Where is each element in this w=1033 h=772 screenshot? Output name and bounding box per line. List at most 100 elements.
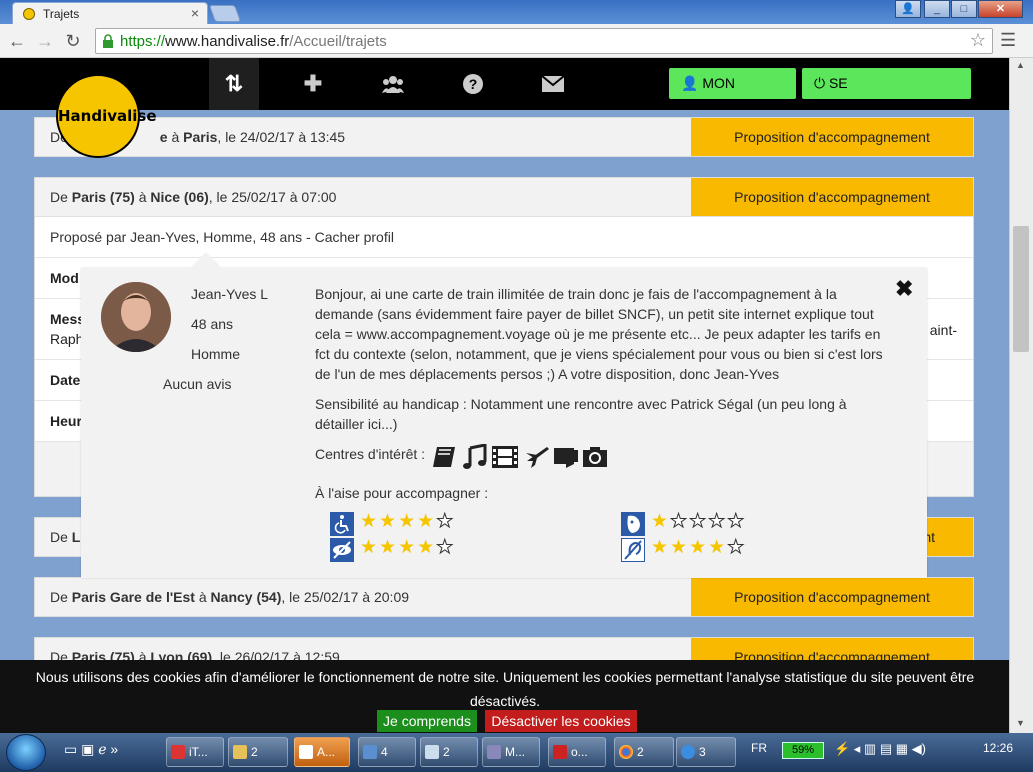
propose-accompaniment-button[interactable]: Proposition d'accompagnement — [691, 638, 973, 660]
star-filled-icon: ★ — [689, 537, 709, 558]
trip-card: De Paris Gare de l'Est à Nancy (54), le … — [34, 577, 974, 617]
tab-close-icon[interactable]: × — [191, 5, 199, 21]
page-scrollbar[interactable]: ▲ ▼ — [1009, 58, 1033, 733]
star-empty-icon: ★ — [436, 511, 456, 533]
scroll-up-arrow-icon[interactable]: ▲ — [1016, 60, 1025, 70]
tray-icons[interactable]: ⚡ ◂ ▥ ▤ ▦ ◀) — [834, 741, 926, 757]
taskbar-app-m[interactable]: M... — [482, 737, 540, 767]
rating-mental: ★★★★★ — [651, 511, 746, 533]
plane-icon — [526, 447, 549, 468]
book-icon — [433, 447, 455, 467]
rating-visual: ★★★★★ — [360, 537, 455, 559]
star-empty-icon: ★ — [727, 511, 747, 533]
reload-icon[interactable]: ↻ — [62, 30, 84, 52]
close-icon[interactable]: ✖ — [895, 276, 913, 302]
star-filled-icon: ★ — [398, 537, 418, 558]
user-profile-icon[interactable]: 👤 — [895, 0, 921, 18]
trip-card: De e à Paris, le 24/02/17 à 13:45 Propos… — [34, 117, 974, 157]
maximize-button[interactable]: □ — [951, 0, 977, 18]
popover-arrow — [190, 252, 222, 268]
music-icon — [463, 444, 487, 469]
hide-profile-link[interactable]: Cacher profil — [315, 229, 394, 245]
svg-text:?: ? — [469, 76, 478, 92]
group-icon[interactable] — [368, 58, 418, 110]
taskbar-notepad[interactable]: 2 — [420, 737, 478, 767]
back-arrow-icon[interactable]: ← — [6, 30, 28, 52]
star-filled-icon: ★ — [670, 537, 690, 558]
star-filled-icon: ★ — [651, 511, 671, 532]
site-favicon-icon — [23, 8, 35, 20]
plus-icon[interactable]: ✚ — [288, 58, 338, 110]
star-filled-icon: ★ — [417, 537, 437, 558]
bookmark-star-icon[interactable]: ☆ — [970, 30, 986, 51]
minimize-button[interactable]: _ — [924, 0, 950, 18]
camera-icon — [583, 447, 607, 467]
profile-name: Jean-Yves L — [191, 286, 269, 302]
accept-cookies-button[interactable]: Je comprends — [377, 710, 477, 732]
star-filled-icon: ★ — [398, 511, 418, 532]
taskbar-filezilla[interactable]: o... — [548, 737, 606, 767]
rating-wheelchair: ★★★★★ — [360, 511, 455, 533]
taskbar-thunderbird[interactable]: 4 — [358, 737, 416, 767]
battery-indicator[interactable]: 59% — [782, 742, 824, 759]
profile-bio: Bonjour, ai une carte de train illimitée… — [315, 286, 883, 382]
comedy-icon — [554, 448, 578, 468]
star-filled-icon: ★ — [379, 537, 399, 558]
avatar — [101, 282, 171, 352]
scroll-thumb[interactable] — [1013, 226, 1029, 352]
star-filled-icon: ★ — [379, 511, 399, 532]
profile-age: 48 ans — [191, 316, 234, 332]
cookie-text: Nous utilisons des cookies afin d'amélio… — [35, 669, 975, 709]
logout-button[interactable]: ⏻ SE DECONNECTER — [802, 68, 971, 122]
handicap-sensibility: Sensibilité au handicap : Notamment une … — [315, 396, 847, 432]
language-indicator[interactable]: FR — [751, 741, 767, 755]
star-empty-icon: ★ — [436, 537, 456, 559]
reject-cookies-button[interactable]: Désactiver les cookies — [485, 710, 637, 732]
browser-tab[interactable]: Trajets × — [12, 2, 208, 24]
mail-icon[interactable] — [528, 58, 578, 110]
star-filled-icon: ★ — [360, 537, 380, 558]
taskbar-acrobat[interactable]: A... — [294, 737, 350, 767]
lock-icon — [103, 34, 113, 48]
tab-title: Trajets — [43, 7, 80, 21]
new-tab-button[interactable] — [208, 5, 242, 22]
start-button[interactable] — [6, 734, 46, 771]
wheelchair-icon — [330, 512, 354, 536]
url-text[interactable]: https://www.handivalise.fr/Accueil/traje… — [120, 33, 387, 50]
address-bar[interactable]: https://www.handivalise.fr/Accueil/traje… — [95, 28, 993, 54]
browser-toolbar: ← → ↻ https://www.handivalise.fr/Accueil… — [0, 24, 1033, 58]
forward-arrow-icon[interactable]: → — [34, 30, 56, 52]
taskbar-explorer[interactable]: 2 — [228, 737, 288, 767]
sort-arrows-icon[interactable]: ⇅ — [209, 58, 259, 110]
propose-accompaniment-button[interactable]: Proposition d'accompagnement — [691, 178, 973, 216]
star-empty-icon: ★ — [727, 537, 747, 559]
site-navbar: ⇅ ✚ ? 👤 MON PROFIL ⏻ SE DECONNECTER — [0, 58, 1009, 122]
my-profile-button[interactable]: 👤 MON PROFIL — [669, 68, 796, 122]
taskbar-ie[interactable]: 3 — [676, 737, 736, 767]
star-filled-icon: ★ — [708, 537, 728, 558]
star-filled-icon: ★ — [651, 537, 671, 558]
mental-disability-icon — [621, 512, 645, 536]
taskbar-itunes[interactable]: iT... — [166, 737, 224, 767]
scroll-down-arrow-icon[interactable]: ▼ — [1016, 718, 1025, 728]
browser-menu-icon[interactable]: ☰ — [1000, 30, 1016, 51]
star-empty-icon: ★ — [689, 511, 709, 533]
help-icon[interactable]: ? — [448, 58, 498, 110]
profile-reviews: Aucun avis — [163, 376, 232, 392]
taskbar-chrome[interactable]: 2 — [614, 737, 674, 767]
windows-taskbar: ▭ ▣ ℯ » iT... 2 A... 4 2 M... o... 2 3 F… — [0, 733, 1033, 772]
power-icon: ⏻ — [814, 75, 826, 91]
close-window-button[interactable]: ✕ — [978, 0, 1023, 18]
comfort-label: À l'aise pour accompagner : — [315, 485, 489, 501]
quicklaunch-icons[interactable]: ▭ ▣ ℯ » — [64, 741, 118, 758]
propose-accompaniment-button[interactable]: Proposition d'accompagnement — [691, 118, 973, 156]
propose-accompaniment-button[interactable]: Proposition d'accompagnement — [691, 578, 973, 616]
interests-label: Centres d'intérêt : — [315, 446, 426, 462]
window-titlebar: Trajets × 👤 _ □ ✕ — [0, 0, 1033, 24]
handivalise-logo[interactable]: Handivalise — [56, 74, 157, 158]
proposer-line: Proposé par Jean-Yves, Homme, 48 ans - C… — [35, 217, 973, 258]
cookie-banner: Nous utilisons des cookies afin d'amélio… — [0, 660, 1009, 733]
clock[interactable]: 12:26 — [983, 741, 1013, 755]
star-filled-icon: ★ — [360, 511, 380, 532]
film-icon — [492, 446, 518, 468]
